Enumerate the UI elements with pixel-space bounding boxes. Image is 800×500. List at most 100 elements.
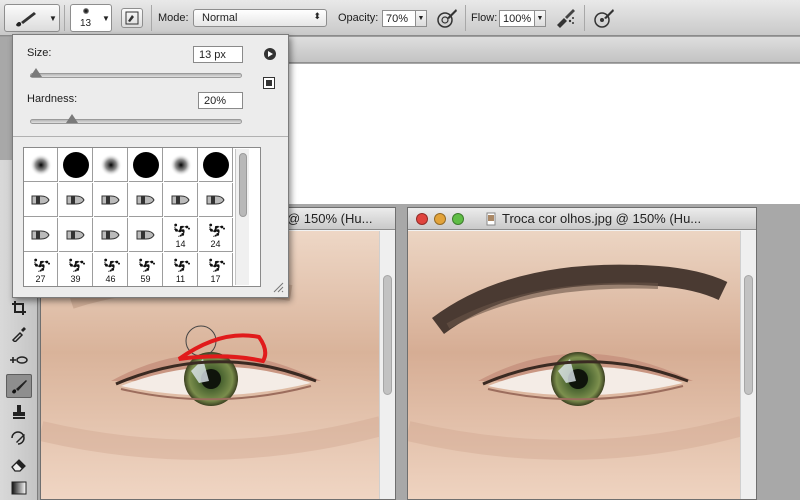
eraser-tool[interactable] xyxy=(6,452,32,476)
brush-icon xyxy=(12,380,27,394)
brush-preset-tip[interactable] xyxy=(164,183,198,217)
resize-grip-icon[interactable] xyxy=(272,281,284,293)
tip-brush-tip-icon xyxy=(136,230,155,239)
brush-tool[interactable] xyxy=(6,374,32,398)
options-bar: ▼ 13 ▼ Mode: Normal ⬍ Opacity: 70% ▼ Flo… xyxy=(0,0,800,36)
airbrush-icon[interactable] xyxy=(554,7,578,29)
brush-preset-splatter[interactable]: 27 xyxy=(24,253,58,286)
brush-preset-splatter[interactable]: 59 xyxy=(129,253,163,286)
opacity-input[interactable]: 70% xyxy=(382,10,416,27)
hardness-label: Hardness: xyxy=(27,93,78,105)
document-1-vertical-scrollbar[interactable] xyxy=(379,231,395,499)
spot-healing-tool[interactable] xyxy=(6,348,32,372)
tip-brush-tip-icon xyxy=(31,230,50,239)
brush-preset-splatter[interactable]: 14 xyxy=(164,218,198,252)
hardness-input[interactable]: 20% xyxy=(198,92,243,109)
close-button[interactable] xyxy=(416,213,428,225)
gradient-tool[interactable] xyxy=(6,476,32,500)
size-slider-thumb[interactable] xyxy=(30,68,43,77)
brush-preset-tip[interactable] xyxy=(129,183,163,217)
crop-tool[interactable] xyxy=(6,296,32,320)
select-arrows-icon: ⬍ xyxy=(313,11,321,21)
brush-preset-tip[interactable] xyxy=(94,183,128,217)
presets-scrollbar[interactable] xyxy=(235,149,249,285)
mode-value: Normal xyxy=(202,12,238,24)
mode-select[interactable]: Normal ⬍ xyxy=(193,9,327,27)
minimize-button[interactable] xyxy=(434,213,446,225)
brush-preset-soft[interactable] xyxy=(24,148,58,182)
crop-icon xyxy=(12,301,26,315)
new-preset-icon[interactable] xyxy=(263,77,275,89)
brush-preset-tip[interactable] xyxy=(59,183,93,217)
brush-preset-tip[interactable] xyxy=(129,218,163,252)
history-brush-icon xyxy=(11,431,25,445)
mode-label: Mode: xyxy=(158,12,189,24)
eyedropper-icon xyxy=(11,327,26,342)
scrollbar-thumb[interactable] xyxy=(744,275,753,395)
tip-brush-tip-icon xyxy=(66,230,85,239)
brush-preset-hard[interactable] xyxy=(199,148,233,182)
brush-preset-soft[interactable] xyxy=(94,148,128,182)
panel-divider xyxy=(13,136,288,137)
brush-preset-tip[interactable] xyxy=(59,218,93,252)
history-brush-tool[interactable] xyxy=(6,426,32,450)
tablet-size-pressure-icon[interactable] xyxy=(592,7,616,29)
tablet-pressure-icon[interactable] xyxy=(435,7,459,29)
flow-input[interactable]: 100% xyxy=(499,10,535,27)
clone-stamp-tool[interactable] xyxy=(6,400,32,424)
splatter-brush-tip-icon xyxy=(138,258,155,272)
brush-preset-hard[interactable] xyxy=(59,148,93,182)
scrollbar-thumb[interactable] xyxy=(383,275,392,395)
document-2-title: Troca cor olhos.jpg @ 150% (Hu... xyxy=(502,211,702,226)
size-slider-track[interactable] xyxy=(30,73,242,78)
brush-preset-size: 17 xyxy=(210,273,221,284)
document-window-2: Troca cor olhos.jpg @ 150% (Hu... xyxy=(407,207,757,500)
brush-preset-hard[interactable] xyxy=(129,148,163,182)
splatter-brush-tip-icon xyxy=(68,258,85,272)
opacity-slider-dropdown[interactable]: ▼ xyxy=(416,10,427,27)
splatter-brush-tip-icon xyxy=(173,258,190,272)
eyedropper-tool[interactable] xyxy=(6,322,32,346)
brush-icon xyxy=(16,12,36,27)
toggle-brush-panel-button[interactable] xyxy=(121,8,143,28)
document-proxy-icon[interactable] xyxy=(486,212,496,226)
brush-preset-tip[interactable] xyxy=(24,218,58,252)
brush-size-value: 13 xyxy=(80,18,92,29)
tip-brush-tip-icon xyxy=(101,230,120,239)
scrollbar-thumb[interactable] xyxy=(239,153,247,217)
size-input[interactable]: 13 px xyxy=(193,46,243,63)
document-2-titlebar[interactable]: Troca cor olhos.jpg @ 150% (Hu... xyxy=(408,208,756,230)
brush-presets-grid: 14 24 27 39 46 59 11 17 xyxy=(23,147,261,287)
brush-preset-splatter[interactable]: 24 xyxy=(199,218,233,252)
brush-preset-size: 14 xyxy=(175,238,186,249)
panel-menu-arrow-icon[interactable] xyxy=(263,47,277,61)
brush-preset-size: 24 xyxy=(210,238,221,249)
brush-preset-picker[interactable]: 13 ▼ xyxy=(70,4,112,32)
splatter-brush-tip-icon xyxy=(208,223,225,237)
brush-preset-splatter[interactable]: 11 xyxy=(164,253,198,286)
document-2-vertical-scrollbar[interactable] xyxy=(740,231,756,499)
tool-preset-picker[interactable]: ▼ xyxy=(4,4,60,32)
brush-preset-tip[interactable] xyxy=(199,183,233,217)
brush-preset-tip[interactable] xyxy=(24,183,58,217)
tip-brush-tip-icon xyxy=(206,195,225,204)
zoom-button[interactable] xyxy=(452,213,464,225)
hard-brush-tip-icon xyxy=(62,151,89,178)
chevron-down-icon: ▼ xyxy=(102,14,110,23)
brush-preset-size: 11 xyxy=(175,273,186,284)
brush-preset-size: 39 xyxy=(70,273,81,284)
document-2-canvas[interactable] xyxy=(408,231,740,499)
photoshop-window: ▼ 13 ▼ Mode: Normal ⬍ Opacity: 70% ▼ Flo… xyxy=(0,0,800,500)
tip-brush-tip-icon xyxy=(31,195,50,204)
brush-preset-splatter[interactable]: 46 xyxy=(94,253,128,286)
hardness-slider-track[interactable] xyxy=(30,119,242,124)
flow-slider-dropdown[interactable]: ▼ xyxy=(535,10,546,27)
tip-brush-tip-icon xyxy=(171,195,190,204)
hardness-slider-thumb[interactable] xyxy=(66,114,79,123)
brush-preset-splatter[interactable]: 17 xyxy=(199,253,233,286)
brush-preset-tip[interactable] xyxy=(94,218,128,252)
size-value: 13 px xyxy=(199,49,226,61)
brush-preset-soft[interactable] xyxy=(164,148,198,182)
background-document-titlebar xyxy=(280,37,800,63)
brush-preset-splatter[interactable]: 39 xyxy=(59,253,93,286)
